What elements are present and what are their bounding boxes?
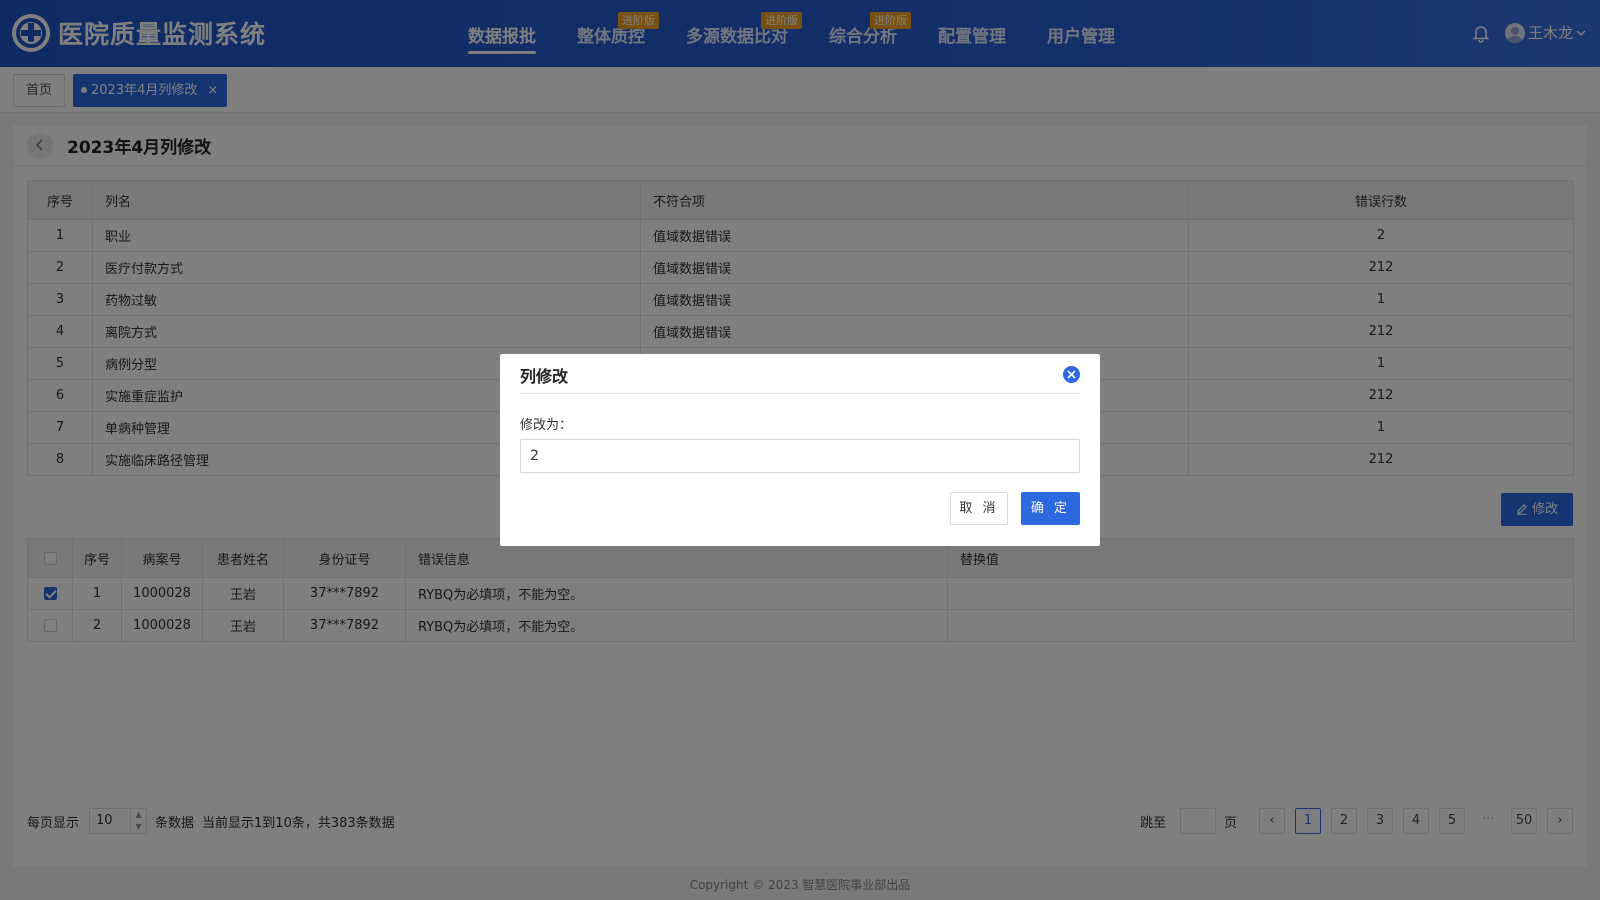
dialog-divider	[520, 393, 1080, 394]
dialog-title: 列修改	[520, 367, 569, 386]
column-edit-dialog: 列修改 修改为： 取 消 确 定	[500, 354, 1100, 546]
close-icon	[1067, 370, 1076, 379]
confirm-button[interactable]: 确 定	[1021, 492, 1080, 525]
cancel-button[interactable]: 取 消	[950, 492, 1008, 525]
close-button[interactable]	[1063, 366, 1080, 383]
modify-to-label: 修改为：	[520, 418, 573, 433]
modify-value-input[interactable]	[520, 439, 1080, 473]
